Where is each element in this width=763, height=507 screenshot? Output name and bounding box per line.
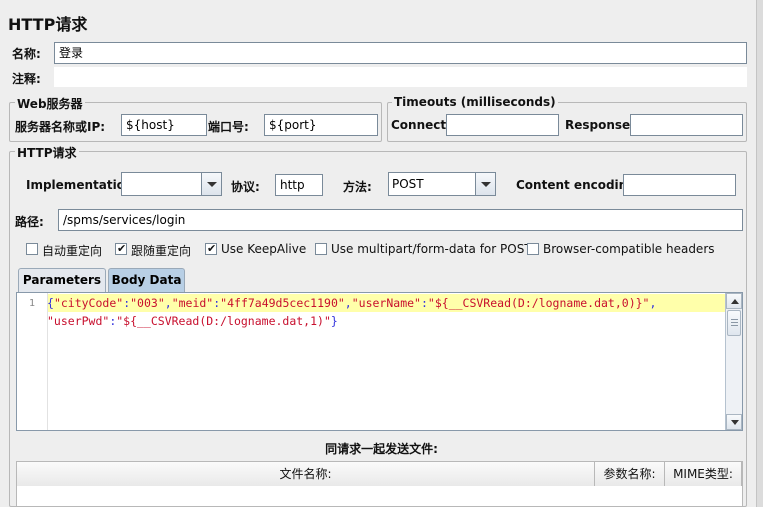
protocol-input[interactable]: http: [275, 174, 323, 196]
code-token: "userPwd": [47, 314, 110, 328]
web-server-legend: Web服务器: [15, 95, 85, 112]
code-line: "userPwd":"${__CSVRead(D:/logname.dat,1)…: [47, 312, 338, 330]
code-token: "cityCode": [53, 296, 124, 310]
code-token: }: [330, 314, 338, 328]
keepalive-label: Use KeepAlive: [221, 242, 307, 256]
implementation-dropdown-button[interactable]: [201, 173, 221, 195]
chevron-down-icon: [207, 182, 217, 187]
multipart-checkbox[interactable]: [315, 243, 327, 255]
line-number-gutter: 1: [17, 293, 48, 430]
code-token: "4ff7a49d5cec1190": [220, 296, 345, 310]
timeouts-legend: Timeouts (milliseconds): [392, 95, 558, 109]
code-token: "userName": [351, 296, 421, 310]
browser-headers-label: Browser-compatible headers: [543, 242, 715, 256]
port-input[interactable]: ${port}: [264, 114, 378, 136]
name-input[interactable]: 登录: [54, 42, 747, 64]
code-token: {: [47, 296, 54, 310]
host-input[interactable]: ${host}: [121, 114, 207, 136]
chevron-down-icon: [481, 182, 491, 187]
name-label: 名称:: [12, 47, 41, 61]
http-request-legend: HTTP请求: [15, 144, 79, 161]
code-token: :: [420, 296, 428, 310]
column-header-filename[interactable]: 文件名称:: [17, 462, 595, 486]
multipart-label: Use multipart/form-data for POST: [331, 242, 532, 256]
response-label: Response:: [565, 118, 635, 132]
encoding-input[interactable]: [623, 174, 736, 196]
files-heading: 同请求一起发送文件:: [325, 442, 438, 456]
auto-redirect-checkbox[interactable]: [26, 243, 38, 255]
code-token: ,: [164, 296, 172, 310]
code-token: "003": [130, 296, 165, 310]
tab-parameters[interactable]: Parameters: [18, 268, 106, 292]
method-value: POST: [392, 177, 424, 191]
code-token: ,: [649, 296, 657, 310]
protocol-label: 协议:: [231, 180, 260, 194]
scroll-down-button[interactable]: [726, 414, 742, 430]
code-line: {"cityCode":"003","meid":"4ff7a49d5cec11…: [47, 294, 656, 312]
follow-redirect-label: 跟随重定向: [131, 244, 192, 258]
method-dropdown-button[interactable]: [475, 173, 495, 195]
follow-redirect-checkbox[interactable]: [115, 242, 127, 255]
path-label: 路径:: [15, 215, 44, 229]
arrow-up-icon: [731, 299, 739, 304]
connect-input[interactable]: [446, 114, 559, 136]
code-token: "${__CSVRead(D:/logname.dat,0)}": [427, 296, 650, 310]
method-select[interactable]: POST: [388, 172, 496, 196]
column-header-param-name[interactable]: 参数名称:: [595, 462, 665, 486]
column-header-mime-type[interactable]: MIME类型:: [665, 462, 742, 486]
scroll-up-button[interactable]: [726, 293, 742, 309]
comment-label: 注释:: [12, 72, 41, 86]
browser-headers-checkbox[interactable]: [527, 243, 539, 255]
implementation-select[interactable]: [121, 172, 222, 196]
editor-vertical-scrollbar[interactable]: [725, 293, 742, 430]
connect-label: Connect:: [391, 118, 451, 132]
line-number: 1: [28, 298, 35, 309]
code-token: "meid": [171, 296, 214, 310]
auto-redirect-label: 自动重定向: [42, 244, 103, 258]
window-edge: [756, 0, 763, 507]
code-token: "${__CSVRead(D:/logname.dat,1)": [116, 314, 331, 328]
body-data-editor[interactable]: 1 {"cityCode":"003","meid":"4ff7a49d5cec…: [16, 292, 743, 431]
host-label: 服务器名称或IP:: [15, 120, 106, 134]
port-label: 端口号:: [208, 120, 249, 134]
path-input[interactable]: /spms/services/login: [58, 209, 743, 231]
tab-body-data[interactable]: Body Data: [108, 268, 185, 292]
grip-icon: [731, 319, 738, 320]
files-table: 文件名称: 参数名称: MIME类型:: [16, 461, 743, 507]
keepalive-checkbox[interactable]: [205, 242, 217, 255]
method-label: 方法:: [343, 180, 372, 194]
response-input[interactable]: [630, 114, 743, 136]
encoding-label: Content encoding:: [516, 178, 641, 192]
comment-input[interactable]: [54, 67, 747, 87]
arrow-down-icon: [731, 420, 739, 425]
page-title: HTTP请求: [8, 15, 88, 34]
code-token: ,: [344, 296, 352, 310]
scroll-thumb[interactable]: [727, 310, 741, 336]
